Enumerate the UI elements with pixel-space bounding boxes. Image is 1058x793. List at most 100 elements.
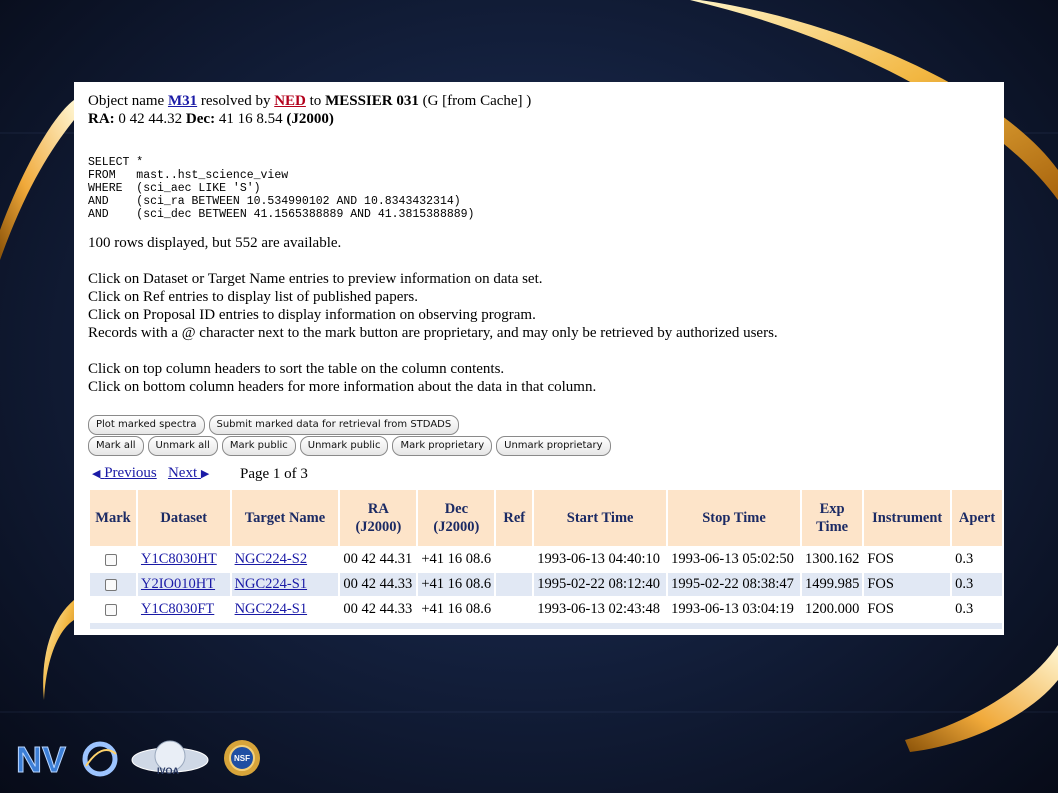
pager: ◀ Previous Next ▶ — [92, 465, 209, 482]
target-name-link[interactable]: NGC224-S2 — [235, 551, 308, 567]
ra-cell: 00 42 44.33 — [343, 601, 413, 617]
resolver-to: to — [309, 93, 322, 109]
table-row: Y1C8030HT NGC224-S2 00 42 44.31 +41 16 0… — [90, 548, 1002, 571]
instruction-line: Click on Dataset or Target Name entries … — [88, 271, 543, 287]
mark-cell — [90, 598, 136, 621]
ra-value: 0 42 44.32 — [118, 111, 183, 127]
nvo-logo: NV — [16, 739, 118, 781]
unmark-public-button[interactable]: Unmark public — [299, 436, 389, 456]
start-time-cell: 1993-06-13 02:43:48 — [537, 601, 661, 617]
object-link[interactable]: M31 — [168, 93, 197, 109]
column-header-exp-time[interactable]: Exp Time — [801, 490, 863, 546]
resolver-suffix: (G [from Cache] ) — [422, 93, 532, 109]
unmark-proprietary-button[interactable]: Unmark proprietary — [496, 436, 611, 456]
sort-instruction-line: Click on top column headers to sort the … — [88, 361, 505, 377]
mark-proprietary-button[interactable]: Mark proprietary — [392, 436, 493, 456]
mark-cell — [90, 573, 136, 596]
mark-public-button[interactable]: Mark public — [221, 436, 296, 456]
resolver-middle: resolved by — [200, 93, 271, 109]
next-label: Next — [167, 465, 198, 481]
exp-time-cell: 1300.162 — [804, 551, 860, 567]
column-header-target-name[interactable]: Target Name — [231, 490, 339, 546]
ivoa-logo: IVOA — [131, 740, 209, 776]
mark-checkbox[interactable] — [105, 603, 117, 616]
unmark-all-button[interactable]: Unmark all — [147, 436, 218, 456]
stop-time-cell: 1995-02-22 08:38:47 — [668, 573, 800, 596]
ra-cell: 00 42 44.33 — [340, 573, 417, 596]
resolver-prefix: Object name — [88, 93, 165, 109]
column-header-ra[interactable]: RA (J2000) — [340, 490, 417, 546]
mark-buttons-row: Mark all Unmark all Mark public Unmark p… — [88, 436, 611, 456]
ref-cell — [496, 573, 533, 596]
aperture-cell: 0.3 — [952, 573, 1002, 596]
ref-cell — [496, 598, 532, 621]
aperture-cell: 0.3 — [955, 551, 974, 567]
coordinates-line: RA: 0 42 44.32 Dec: 41 16 8.54 (J2000) — [88, 110, 334, 128]
column-header-mark[interactable]: Mark — [90, 490, 136, 546]
instrument-cell: FOS — [867, 601, 894, 617]
page-info: Page 1 of 3 — [240, 466, 308, 482]
target-name-link[interactable]: NGC224-S1 — [235, 576, 308, 592]
target-name-link[interactable]: NGC224-S1 — [235, 601, 308, 617]
ned-link[interactable]: NED — [274, 93, 306, 109]
resolver-line: Object name M31 resolved by NED to MESSI… — [88, 92, 531, 110]
mark-cell — [90, 548, 136, 571]
next-page-link[interactable]: Next ▶ — [168, 465, 209, 481]
resolved-name: MESSIER 031 — [325, 93, 419, 109]
submit-marked-data-button[interactable]: Submit marked data for retrieval from ST… — [208, 415, 460, 435]
triangle-right-icon: ▶ — [200, 468, 210, 480]
stop-time-cell: 1993-06-13 05:02:50 — [671, 551, 794, 567]
footer-logos: NV IVOA NSF — [16, 739, 260, 781]
dec-cell: +41 16 08.6 — [418, 573, 495, 596]
instruction-line: Click on Ref entries to display list of … — [88, 289, 418, 305]
column-header-instrument[interactable]: Instrument — [864, 490, 951, 546]
table-row: Y2IO010HT NGC224-S1 00 42 44.33 +41 16 0… — [90, 573, 1002, 596]
instruction-line: Records with a @ character next to the m… — [88, 325, 778, 341]
column-header-stop-time[interactable]: Stop Time — [668, 490, 800, 546]
table-row-partial — [90, 623, 1002, 629]
action-buttons-row: Plot marked spectra Submit marked data f… — [88, 415, 460, 435]
svg-text:NSF: NSF — [234, 754, 250, 763]
start-time-cell: 1993-06-13 04:40:10 — [537, 551, 661, 567]
dataset-link[interactable]: Y2IO010HT — [141, 576, 215, 592]
dataset-link[interactable]: Y1C8030HT — [141, 551, 217, 567]
plot-marked-spectra-button[interactable]: Plot marked spectra — [88, 415, 205, 435]
epoch: (J2000) — [286, 111, 334, 127]
column-header-start-time[interactable]: Start Time — [534, 490, 667, 546]
column-header-dataset[interactable]: Dataset — [137, 490, 230, 546]
exp-time-cell: 1499.985 — [801, 573, 863, 596]
stop-time-cell: 1993-06-13 03:04:19 — [671, 601, 794, 617]
dec-cell: +41 16 08.6 — [421, 551, 492, 567]
previous-label: Previous — [104, 465, 157, 481]
column-header-dec[interactable]: Dec (J2000) — [418, 490, 495, 546]
aperture-cell: 0.3 — [955, 601, 974, 617]
column-header-ref[interactable]: Ref — [496, 490, 533, 546]
column-header-aperture[interactable]: Apert — [952, 490, 1002, 546]
sql-query: SELECT * FROM mast..hst_science_view WHE… — [88, 156, 475, 221]
partial-row-cell — [90, 623, 1002, 629]
table-row: Y1C8030FT NGC224-S1 00 42 44.33 +41 16 0… — [90, 598, 1002, 621]
mark-checkbox[interactable] — [105, 578, 117, 591]
instrument-cell: FOS — [867, 551, 894, 567]
dataset-link[interactable]: Y1C8030FT — [141, 601, 214, 617]
header-row: Mark Dataset Target Name RA (J2000) Dec … — [90, 490, 1002, 546]
previous-page-link[interactable]: ◀ Previous — [92, 465, 157, 481]
instruction-line: Click on Proposal ID entries to display … — [88, 307, 536, 323]
nsf-logo: NSF — [224, 740, 260, 776]
sort-instruction-line: Click on bottom column headers for more … — [88, 379, 597, 395]
rows-status: 100 rows displayed, but 552 are availabl… — [88, 235, 342, 251]
ref-cell — [496, 548, 532, 571]
ra-cell: 00 42 44.31 — [343, 551, 413, 567]
mark-checkbox[interactable] — [105, 553, 117, 566]
ra-label: RA: — [88, 111, 115, 127]
results-table: Mark Dataset Target Name RA (J2000) Dec … — [88, 488, 1004, 631]
gold-swoosh-left — [0, 100, 74, 260]
dec-value: 41 16 8.54 — [218, 111, 283, 127]
query-results-panel: Object name M31 resolved by NED to MESSI… — [74, 82, 1004, 635]
dec-label: Dec: — [185, 111, 216, 127]
svg-text:NV: NV — [16, 739, 66, 780]
start-time-cell: 1995-02-22 08:12:40 — [534, 573, 667, 596]
gold-swoosh-bottom-right — [905, 645, 1058, 752]
mark-all-button[interactable]: Mark all — [88, 436, 144, 456]
triangle-left-icon: ◀ — [92, 468, 101, 480]
